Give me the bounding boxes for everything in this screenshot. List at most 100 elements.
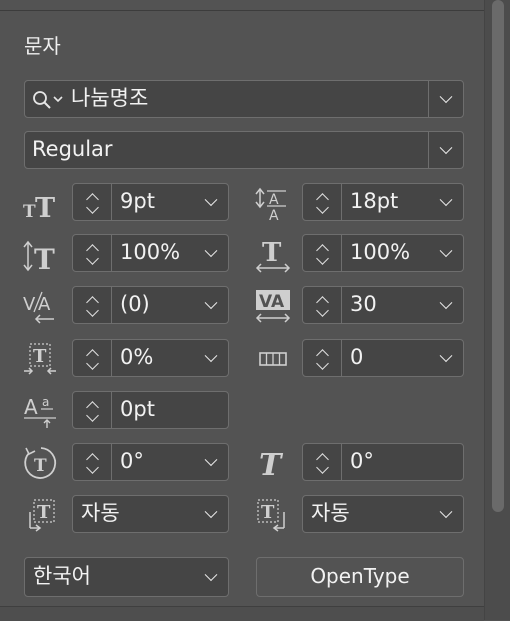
horizontal-scale-input[interactable]: 100% <box>350 235 410 270</box>
vertical-scale-field[interactable]: 100% <box>72 234 229 272</box>
kerning-stepper[interactable] <box>73 287 112 323</box>
horizontal-scale-dropdown[interactable] <box>429 235 463 271</box>
rotation-field[interactable]: 0° <box>72 443 229 481</box>
rotation-input[interactable]: 0° <box>120 444 144 479</box>
kerning-dropdown[interactable] <box>194 287 228 323</box>
tracking-icon: VA <box>255 290 291 323</box>
tracking-dropdown[interactable] <box>429 287 463 323</box>
vertical-scale-stepper[interactable] <box>73 235 112 271</box>
mojikumi-before-field[interactable]: 자동 <box>72 495 229 533</box>
tsume-field[interactable]: 0% <box>72 339 229 377</box>
leading-dropdown[interactable] <box>429 184 463 220</box>
mojikumi-before-dropdown[interactable] <box>194 496 228 532</box>
aki-input[interactable]: 0 <box>350 340 363 375</box>
chevron-down-icon <box>316 304 329 317</box>
tracking-input[interactable]: 30 <box>350 287 377 322</box>
rotation-dropdown[interactable] <box>194 444 228 480</box>
font-style-input[interactable]: Regular <box>32 132 113 167</box>
scrollbar-thumb[interactable] <box>492 0 504 512</box>
skew-icon: T <box>259 448 284 482</box>
mojikumi-after-value[interactable]: 자동 <box>311 496 350 531</box>
svg-text:A: A <box>269 208 279 224</box>
font-style-dropdown[interactable] <box>428 132 463 168</box>
chevron-down-icon <box>86 357 99 370</box>
kerning-icon: V A <box>23 291 54 324</box>
font-size-field[interactable]: 9pt <box>72 183 229 221</box>
tracking-field[interactable]: 30 <box>302 286 464 324</box>
vertical-scale-dropdown[interactable] <box>194 235 228 271</box>
leading-field[interactable]: 18pt <box>302 183 464 221</box>
chevron-down-icon <box>204 244 218 258</box>
font-size-icon: T T <box>23 193 55 224</box>
language-select[interactable]: 한국어 <box>24 557 229 597</box>
space-after-icon: T <box>257 499 285 532</box>
chevron-down-icon <box>316 252 329 265</box>
leading-input[interactable]: 18pt <box>350 184 398 219</box>
chevron-down-icon <box>86 409 99 422</box>
font-size-stepper[interactable] <box>73 184 112 220</box>
svg-text:A: A <box>38 294 51 315</box>
character-rotation-icon: T <box>24 447 57 479</box>
leading-icon: A A <box>255 187 286 224</box>
panel-top-edge <box>0 0 484 11</box>
chevron-down-icon <box>316 461 329 474</box>
baseline-shift-stepper[interactable] <box>73 392 112 428</box>
font-family-dropdown[interactable] <box>428 81 463 117</box>
svg-text:T: T <box>37 502 51 523</box>
search-icon <box>33 91 63 109</box>
mojikumi-after-dropdown[interactable] <box>429 496 463 532</box>
font-style-field[interactable]: Regular <box>24 131 464 169</box>
tsume-input[interactable]: 0% <box>120 340 153 375</box>
aki-dropdown[interactable] <box>429 340 463 376</box>
chevron-down-icon <box>439 90 453 104</box>
skew-field[interactable]: 0° <box>302 443 464 481</box>
horizontal-scale-icon: T <box>255 238 291 273</box>
mojikumi-after-field[interactable]: 자동 <box>302 495 464 533</box>
chevron-down-icon <box>204 568 218 582</box>
tracking-stepper[interactable] <box>303 287 342 323</box>
svg-text:VA: VA <box>259 292 285 312</box>
aki-icon <box>259 352 287 366</box>
horizontal-scale-stepper[interactable] <box>303 235 342 271</box>
skew-stepper[interactable] <box>303 444 342 480</box>
leading-stepper[interactable] <box>303 184 342 220</box>
rotation-stepper[interactable] <box>73 444 112 480</box>
vertical-scale-input[interactable]: 100% <box>120 235 180 270</box>
panel-title: 문자 <box>24 34 61 58</box>
kerning-field[interactable]: (0) <box>72 286 229 324</box>
chevron-down-icon <box>439 141 453 155</box>
svg-text:T: T <box>259 448 284 482</box>
chevron-down-icon <box>316 357 329 370</box>
chevron-down-icon <box>439 244 453 258</box>
opentype-button[interactable]: OpenType <box>256 557 464 597</box>
chevron-down-icon <box>204 453 218 467</box>
kerning-input[interactable]: (0) <box>120 287 150 322</box>
panel-bottom-edge <box>0 606 484 621</box>
baseline-shift-field[interactable]: 0pt <box>72 391 229 429</box>
svg-text:A: A <box>24 395 38 419</box>
baseline-shift-icon: A a <box>24 395 56 428</box>
horizontal-scale-field[interactable]: 100% <box>302 234 464 272</box>
chevron-down-icon <box>204 349 218 363</box>
tsume-dropdown[interactable] <box>194 340 228 376</box>
font-family-input[interactable]: 나눔명조 <box>71 81 148 116</box>
language-dropdown[interactable] <box>194 558 228 596</box>
font-size-input[interactable]: 9pt <box>120 184 155 219</box>
skew-input[interactable]: 0° <box>350 444 374 479</box>
aki-field[interactable]: 0 <box>302 339 464 377</box>
chevron-down-icon <box>86 252 99 265</box>
mojikumi-before-value[interactable]: 자동 <box>81 496 120 531</box>
svg-text:T: T <box>34 243 55 275</box>
font-size-dropdown[interactable] <box>194 184 228 220</box>
font-family-field[interactable]: 나눔명조 <box>24 80 464 118</box>
tsume-icon: T <box>24 343 56 375</box>
chevron-down-icon <box>204 193 218 207</box>
language-value[interactable]: 한국어 <box>33 558 91 595</box>
tsume-stepper[interactable] <box>73 340 112 376</box>
baseline-shift-input[interactable]: 0pt <box>120 392 155 427</box>
svg-text:T: T <box>35 193 55 224</box>
chevron-down-icon <box>439 505 453 519</box>
aki-stepper[interactable] <box>303 340 342 376</box>
chevron-down-icon <box>439 349 453 363</box>
scrollbar[interactable] <box>484 0 510 620</box>
